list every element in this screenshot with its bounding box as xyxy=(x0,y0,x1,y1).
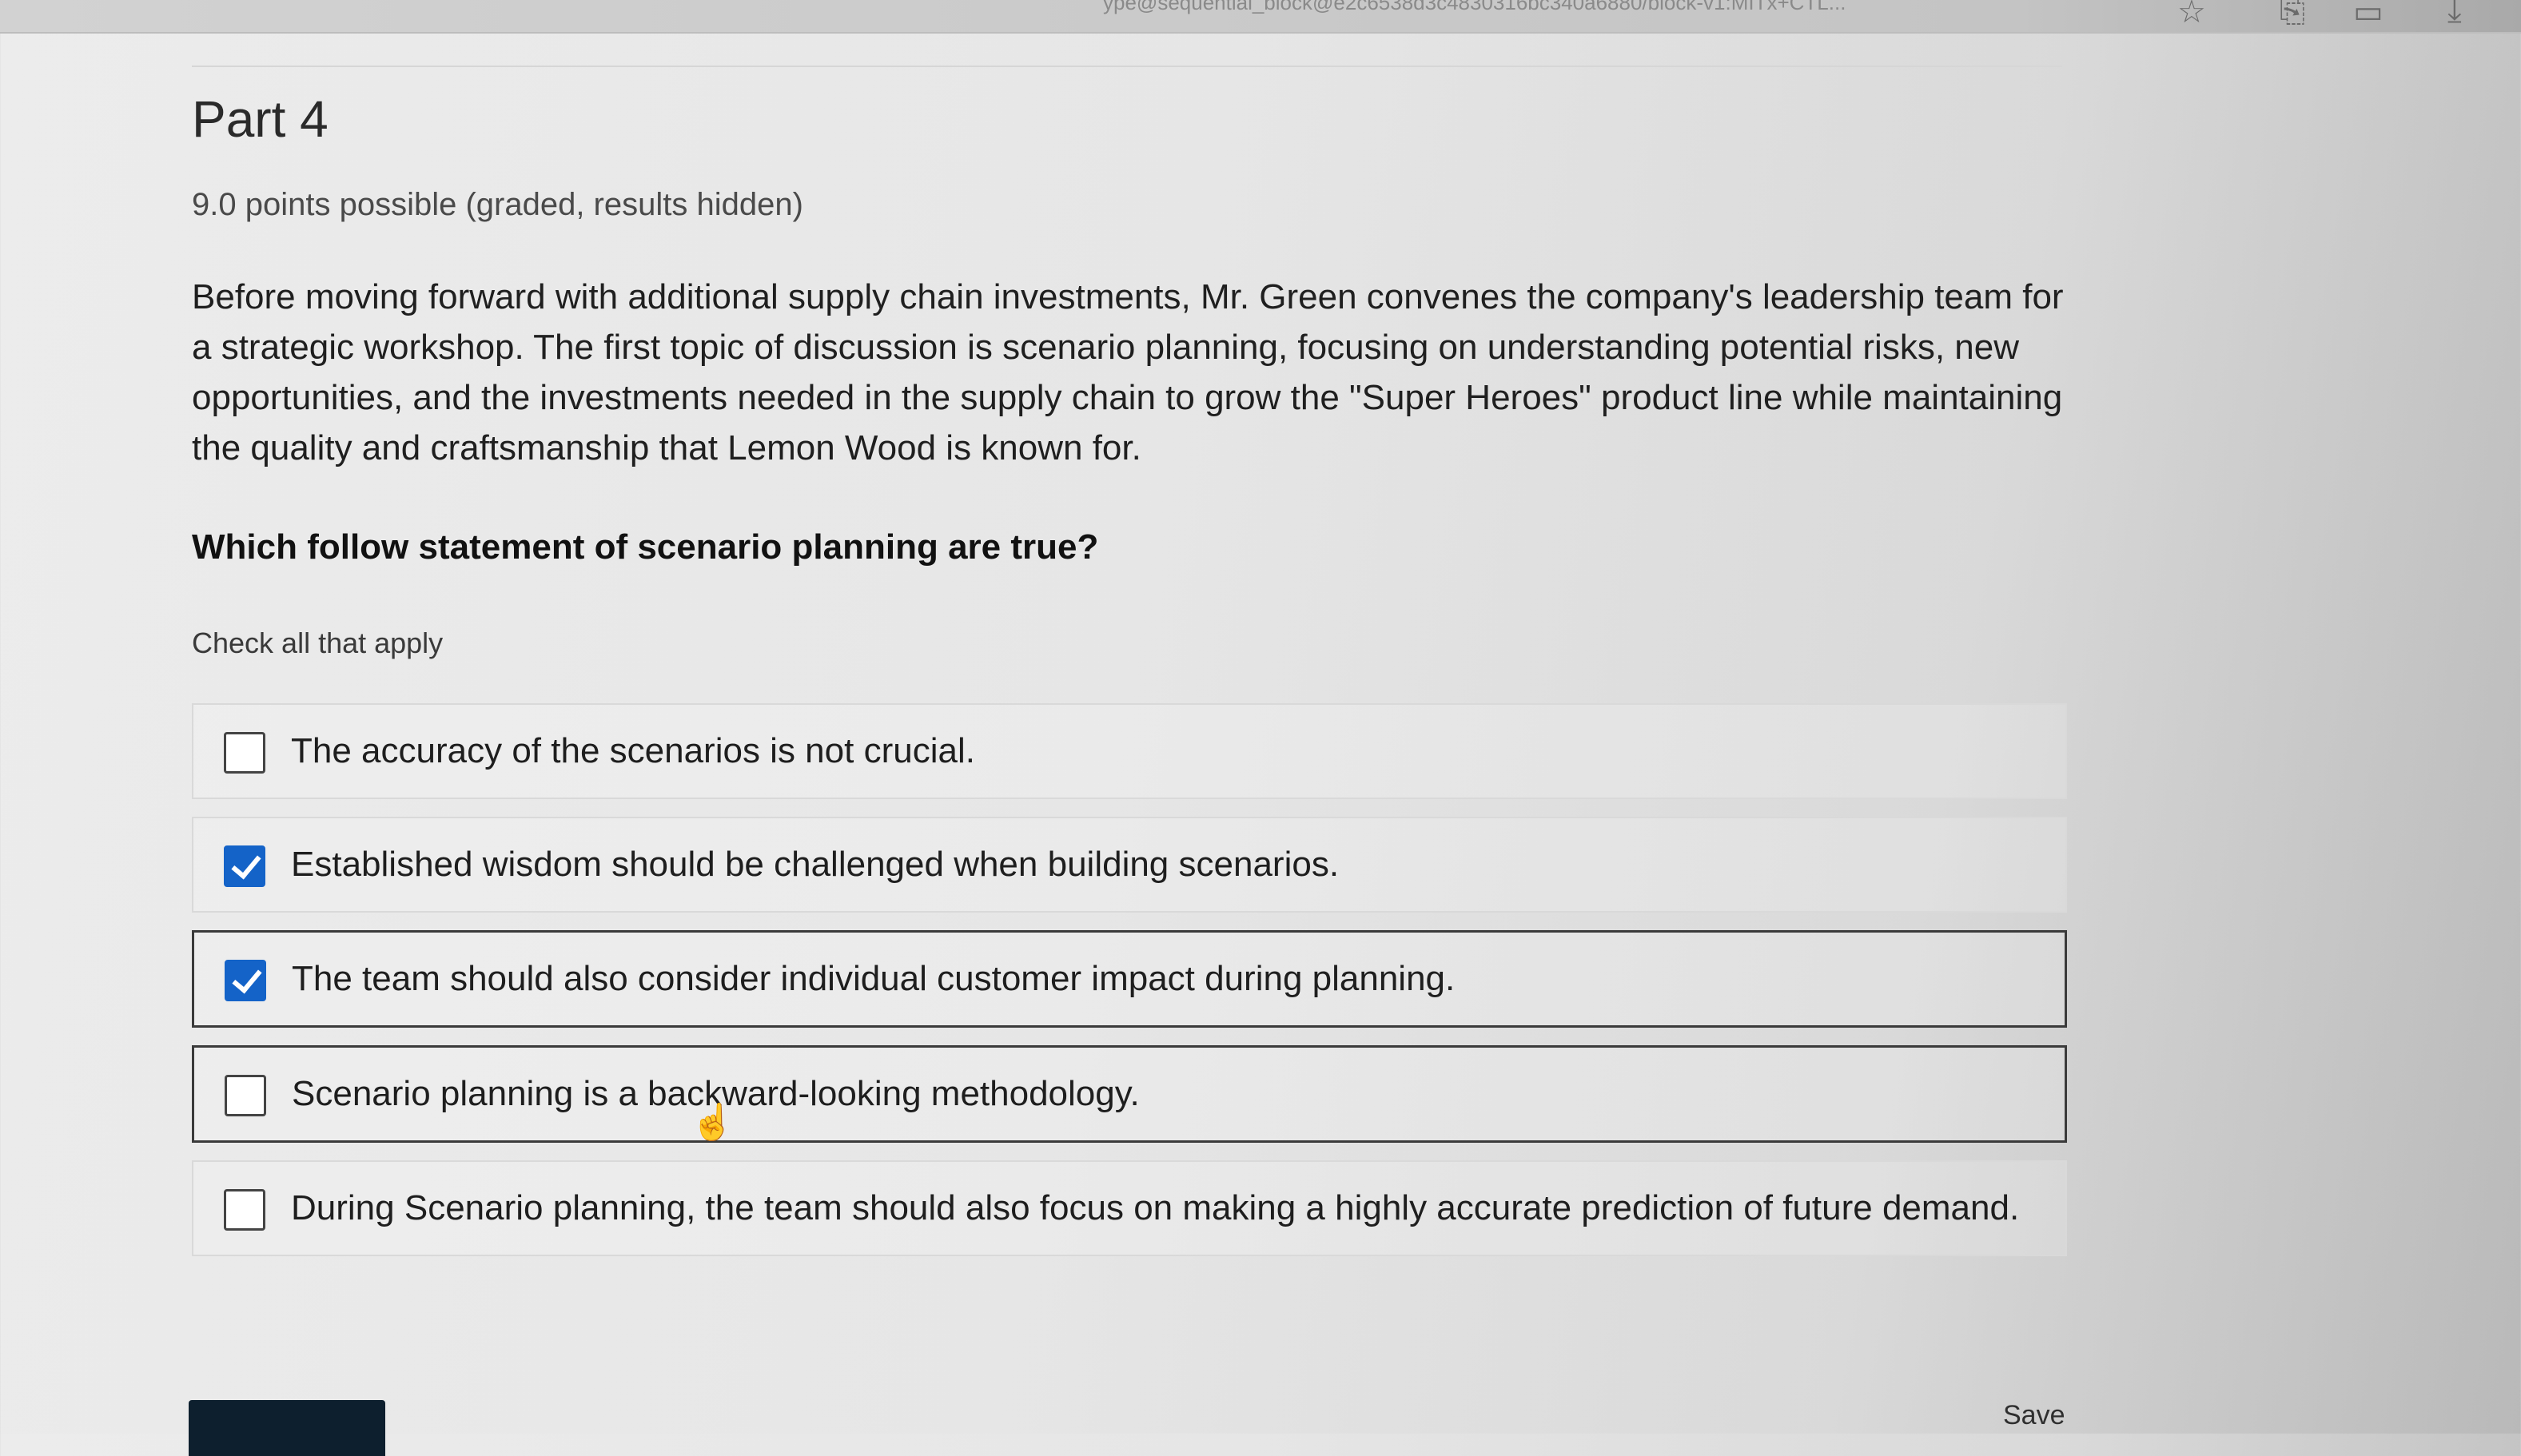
answer-options: The accuracy of the scenarios is not cru… xyxy=(192,703,2067,1274)
checkbox[interactable] xyxy=(224,732,265,774)
checkbox[interactable] xyxy=(225,1075,266,1116)
address-bar-url[interactable]: ype@sequential_block@e2c6538d3c4830316bc… xyxy=(1103,0,1846,15)
points-info: 9.0 points possible (graded, results hid… xyxy=(192,187,803,222)
browser-top-bar: ype@sequential_block@e2c6538d3c4830316bc… xyxy=(0,0,2521,34)
pointer-cursor-icon: ☝ xyxy=(691,1103,735,1142)
option-established-wisdom[interactable]: Established wisdom should be challenged … xyxy=(192,817,2067,913)
option-label: Established wisdom should be challenged … xyxy=(291,845,1340,884)
part-title: Part 4 xyxy=(192,90,329,148)
option-backward-looking[interactable]: Scenario planning is a backward-looking … xyxy=(192,1045,2067,1143)
option-label: The team should also consider individual… xyxy=(292,959,1456,998)
question-text: Which follow statement of scenario plann… xyxy=(192,527,1099,567)
star-icon[interactable]: ☆ xyxy=(2177,0,2206,30)
save-button[interactable]: Save xyxy=(2003,1400,2065,1431)
option-accurate-prediction[interactable]: During Scenario planning, the team shoul… xyxy=(192,1160,2067,1256)
submit-button[interactable] xyxy=(189,1400,385,1456)
checkbox-checked[interactable] xyxy=(225,960,266,1001)
scenario-text: Before moving forward with additional su… xyxy=(192,277,2064,467)
window-icon[interactable]: ▭ xyxy=(2353,0,2384,30)
section-divider xyxy=(192,66,2062,67)
tab-icon[interactable]: ⎘ xyxy=(2280,0,2305,30)
option-accuracy[interactable]: The accuracy of the scenarios is not cru… xyxy=(192,703,2067,799)
option-label: The accuracy of the scenarios is not cru… xyxy=(291,731,975,770)
checkbox-checked[interactable] xyxy=(224,845,265,887)
download-icon[interactable]: ⤓ xyxy=(2447,0,2462,30)
option-customer-impact[interactable]: The team should also consider individual… xyxy=(192,930,2067,1028)
instruction-text: Check all that apply xyxy=(192,627,444,659)
checkbox[interactable] xyxy=(224,1189,265,1231)
option-label: During Scenario planning, the team shoul… xyxy=(291,1188,2020,1227)
